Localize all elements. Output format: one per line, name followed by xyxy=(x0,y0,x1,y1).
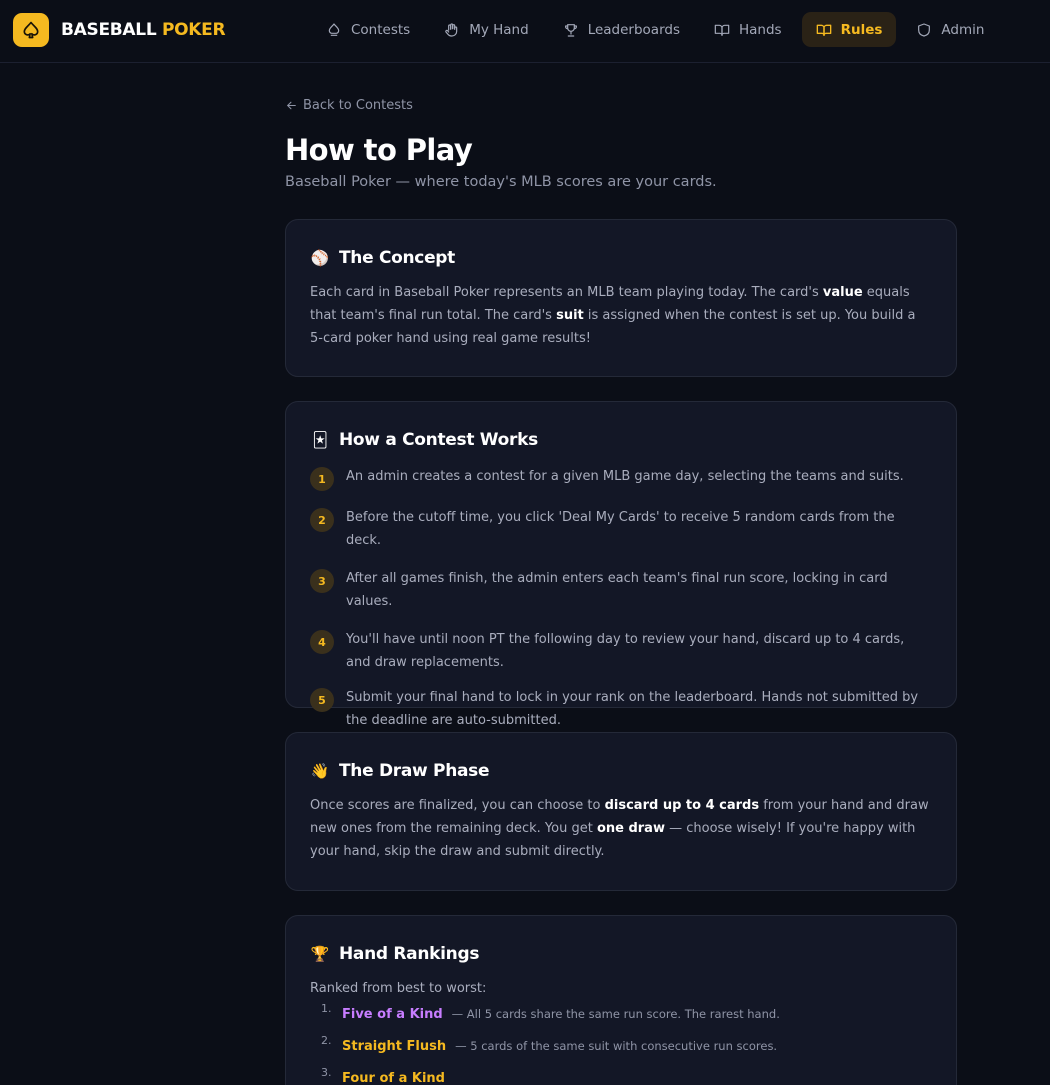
page-title: How to Play xyxy=(285,133,473,167)
contest-title: How a Contest Works xyxy=(339,430,538,450)
baseball-icon: ⚾ xyxy=(310,249,330,267)
playing-card-icon: 🃏 xyxy=(312,431,328,449)
contest-heading: 🃏 How a Contest Works xyxy=(310,427,932,453)
top-nav: BASEBALL POKER Contests My Hand Leaderbo… xyxy=(0,0,1050,63)
book-icon xyxy=(714,24,730,36)
spade-icon xyxy=(13,13,49,47)
rankings-card: 🏆 Hand Rankings Ranked from best to wors… xyxy=(285,915,957,1085)
step-text: Before the cutoff time, you click 'Deal … xyxy=(346,510,895,548)
ranking-name: Four of a Kind xyxy=(342,1071,445,1085)
ranking-item: 2. Straight Flush — 5 cards of the same … xyxy=(310,1034,932,1071)
concept-text-1: Each card in Baseball Poker represents a… xyxy=(310,285,823,300)
ranking-item: 3. Four of a Kind xyxy=(310,1066,932,1085)
ranking-item: 1. Five of a Kind — All 5 cards share th… xyxy=(310,1002,932,1039)
step-item: 5 Submit your final hand to lock in your… xyxy=(310,686,932,732)
ranking-name: Straight Flush xyxy=(342,1039,447,1054)
nav-item-contests[interactable]: Contests xyxy=(312,12,424,47)
step-text: An admin creates a contest for a given M… xyxy=(346,469,904,484)
ranking-desc: — 5 cards of the same suit with consecut… xyxy=(455,1039,778,1053)
rankings-intro: Ranked from best to worst: xyxy=(310,981,487,996)
step-text: You'll have until noon PT the following … xyxy=(346,632,905,670)
draw-bold-discard: discard up to 4 cards xyxy=(604,798,760,813)
concept-bold-value: value xyxy=(822,285,863,300)
concept-text: Each card in Baseball Poker represents a… xyxy=(310,281,932,350)
back-link-label: Back to Contests xyxy=(303,97,413,113)
draw-bold-one-draw: one draw xyxy=(596,821,665,836)
brand-logo[interactable]: BASEBALL POKER xyxy=(13,13,226,47)
shield-icon xyxy=(918,22,931,37)
step-item: 1 An admin creates a contest for a given… xyxy=(310,465,932,491)
trophy-icon xyxy=(564,23,577,37)
nav-item-label: Leaderboards xyxy=(587,21,680,38)
concept-card: ⚾ The Concept Each card in Baseball Poke… xyxy=(285,219,957,377)
contest-card: 🃏 How a Contest Works 1 An admin creates… xyxy=(285,401,957,728)
nav-item-label: Hands xyxy=(739,21,782,38)
ranking-name: Five of a Kind xyxy=(342,1007,443,1022)
hand-icon xyxy=(445,22,458,37)
step-number: 3 xyxy=(310,569,334,593)
ranking-desc: — All 5 cards share the same run score. … xyxy=(451,1007,780,1021)
waving-hand-icon: 👋 xyxy=(310,762,330,780)
cloud-icon xyxy=(328,22,340,36)
trophy-emoji-icon: 🏆 xyxy=(310,945,330,963)
brand-name: BASEBALL POKER xyxy=(61,20,226,40)
rankings-title: Hand Rankings xyxy=(339,944,480,964)
nav-item-label: Contests xyxy=(351,21,411,38)
step-text: After all games finish, the admin enters… xyxy=(346,571,888,609)
draw-title: The Draw Phase xyxy=(339,761,490,781)
step-item: 2 Before the cutoff time, you click 'Dea… xyxy=(310,506,932,552)
nav-menu: Contests My Hand Leaderboards Hands Rule… xyxy=(312,12,1004,47)
draw-text-1: Once scores are finalized, you can choos… xyxy=(310,798,605,813)
draw-text: Once scores are finalized, you can choos… xyxy=(310,794,932,863)
ranking-index: 2. xyxy=(321,1034,332,1047)
step-number: 5 xyxy=(310,688,334,712)
draw-card: 👋 The Draw Phase Once scores are finaliz… xyxy=(285,732,957,891)
concept-bold-suit: suit xyxy=(556,308,584,323)
nav-item-my-hand[interactable]: My Hand xyxy=(430,12,542,47)
nav-item-label: Admin xyxy=(941,21,985,38)
page-subtitle: Baseball Poker — where today's MLB score… xyxy=(285,174,717,190)
brand-name-part1: BASEBALL xyxy=(61,20,157,40)
arrow-left-icon xyxy=(287,101,296,109)
nav-item-label: My Hand xyxy=(469,21,529,38)
nav-item-admin[interactable]: Admin xyxy=(902,12,998,47)
back-link[interactable]: Back to Contests xyxy=(285,96,957,114)
rankings-list: 1. Five of a Kind — All 5 cards share th… xyxy=(310,1002,932,1085)
step-number: 1 xyxy=(310,467,334,491)
ranking-index: 1. xyxy=(321,1002,332,1015)
step-text: Submit your final hand to lock in your r… xyxy=(346,690,919,728)
nav-item-label: Rules xyxy=(840,21,883,38)
nav-item-rules[interactable]: Rules xyxy=(801,12,897,47)
concept-heading: ⚾ The Concept xyxy=(310,245,932,271)
rules-page: Back to Contests How to Play Baseball Po… xyxy=(285,96,957,1085)
nav-item-hands[interactable]: Hands xyxy=(700,12,796,47)
nav-item-leaderboards[interactable]: Leaderboards xyxy=(549,12,694,47)
draw-heading: 👋 The Draw Phase xyxy=(310,758,932,784)
concept-title: The Concept xyxy=(339,248,456,268)
step-number: 4 xyxy=(310,630,334,654)
book-open-icon xyxy=(816,24,831,36)
brand-name-part2: POKER xyxy=(161,20,226,40)
rankings-heading: 🏆 Hand Rankings xyxy=(310,941,932,967)
step-item: 4 You'll have until noon PT the followin… xyxy=(310,628,932,674)
step-item: 3 After all games finish, the admin ente… xyxy=(310,567,932,613)
ranking-index: 3. xyxy=(321,1066,332,1079)
step-number: 2 xyxy=(310,508,334,532)
